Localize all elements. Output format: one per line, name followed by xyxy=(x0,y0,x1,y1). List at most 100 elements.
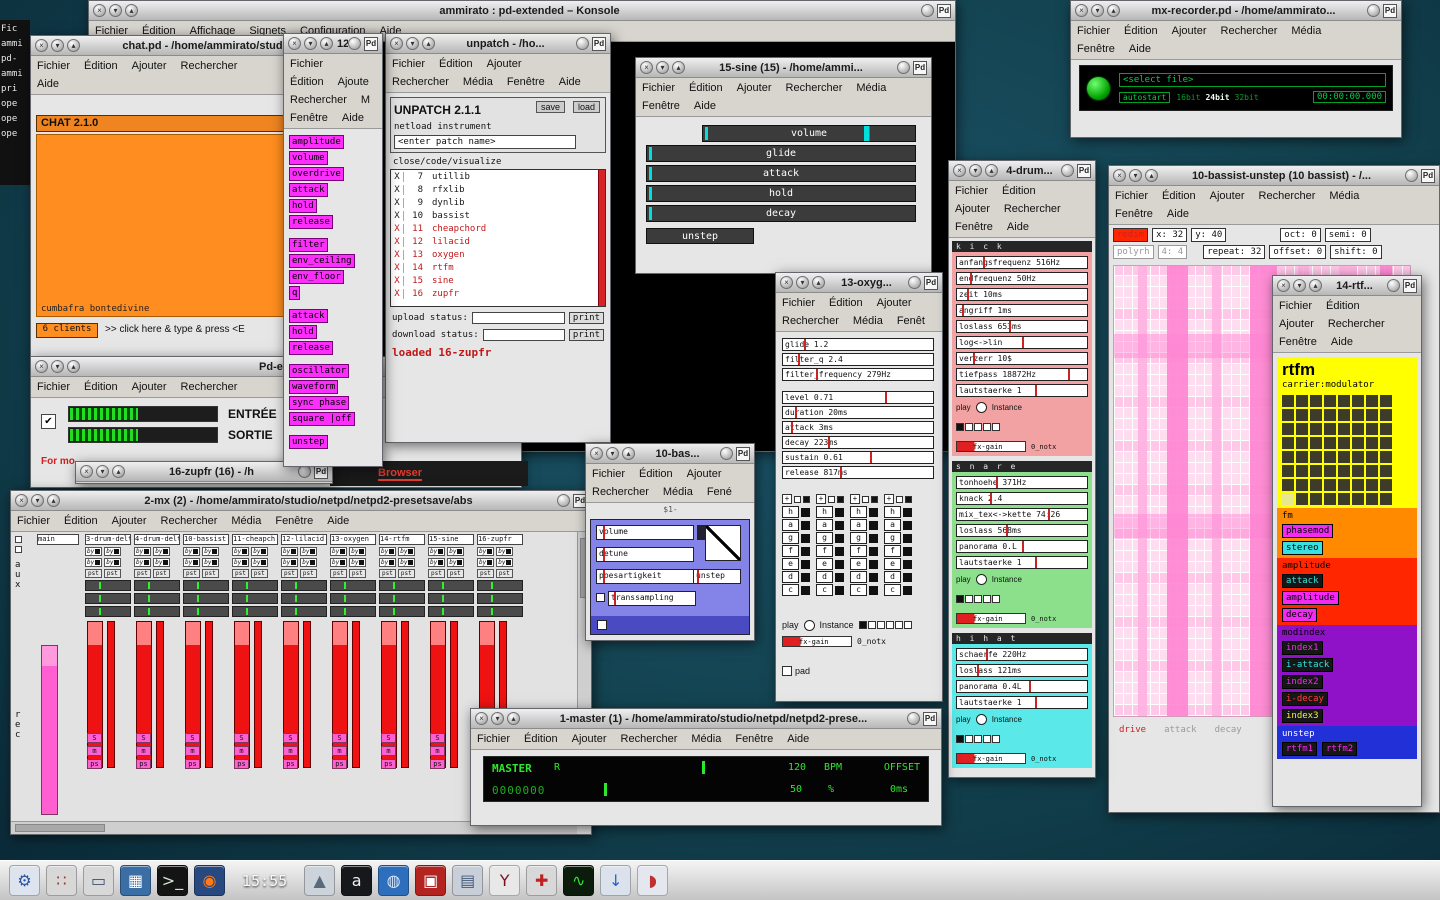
toggle-box[interactable] xyxy=(896,496,903,503)
channel-send-slider[interactable] xyxy=(379,606,425,617)
channel-fader-fine[interactable] xyxy=(352,621,360,768)
bypass-cell[interactable]: by xyxy=(349,558,366,567)
play-toggle[interactable] xyxy=(976,574,987,585)
terminal-icon[interactable]: >_ xyxy=(157,865,188,896)
rtfm-grid-cell[interactable] xyxy=(1380,395,1392,407)
param-slider[interactable]: glide xyxy=(646,145,916,162)
close-icon[interactable]: × xyxy=(1277,279,1290,292)
solo-tag[interactable]: S xyxy=(283,733,298,743)
maximize-icon[interactable] xyxy=(897,61,910,74)
channel-send-slider[interactable] xyxy=(330,593,376,604)
patch-name[interactable]: utillib xyxy=(426,172,470,182)
rtfm-grid-cell[interactable] xyxy=(1366,395,1378,407)
menu-item[interactable]: Rechercher xyxy=(621,733,678,745)
patch-name[interactable]: oxygen xyxy=(426,250,465,260)
menu-item[interactable]: Média xyxy=(856,82,886,94)
menu-item[interactable]: Fichier xyxy=(37,381,70,393)
kcross-icon[interactable]: ✚ xyxy=(526,865,557,896)
close-icon[interactable]: × xyxy=(390,37,403,50)
preset-tag[interactable]: ps xyxy=(185,759,200,769)
note-button[interactable]: d xyxy=(850,571,867,583)
close-toggle[interactable]: X xyxy=(391,185,404,195)
rtfm-grid-cell[interactable] xyxy=(1296,479,1308,491)
menu-item[interactable]: Aide xyxy=(1007,221,1029,233)
shade-icon[interactable]: ▾ xyxy=(1129,169,1142,182)
rtfm-grid-cell[interactable] xyxy=(1324,451,1336,463)
solo-tag[interactable]: S xyxy=(234,733,249,743)
rail-toggle[interactable] xyxy=(15,546,22,553)
menu-item[interactable]: Fichier xyxy=(592,468,625,480)
menu-item[interactable]: Fichier xyxy=(477,733,510,745)
detune-slider[interactable]: detune xyxy=(596,547,694,562)
titlebar[interactable]: ×▾▴10-bassist-unstep (10 bassist) - /...… xyxy=(1109,166,1439,186)
print-button[interactable]: print xyxy=(569,312,604,324)
dynlib[interactable]: X 9 dynlib xyxy=(391,196,605,209)
file-selector[interactable]: <select file> xyxy=(1119,73,1386,87)
param-slider[interactable]: filter_q 2.4 xyxy=(782,353,934,366)
rtfm-grid-cell[interactable] xyxy=(1324,493,1336,505)
main-fader[interactable] xyxy=(41,645,58,815)
bypass-cell[interactable]: by xyxy=(428,558,445,567)
note-toggle[interactable] xyxy=(801,547,810,556)
amarok-icon[interactable]: a xyxy=(341,865,372,896)
channel-send-slider[interactable] xyxy=(477,593,523,604)
preset-cell[interactable]: pst xyxy=(496,569,513,578)
maximize-icon[interactable] xyxy=(1367,4,1380,17)
menu-item[interactable]: Aide xyxy=(37,78,59,90)
minimize-icon[interactable]: ▴ xyxy=(812,276,825,289)
rtfm-grid-cell[interactable] xyxy=(1296,423,1308,435)
rtfm-grid-cell[interactable] xyxy=(1310,409,1322,421)
channel-send-slider[interactable] xyxy=(379,580,425,591)
note-toggle[interactable] xyxy=(869,560,878,569)
channel-name[interactable]: 15-sine xyxy=(428,534,474,545)
bypass-cell[interactable]: by xyxy=(281,558,298,567)
maximize-icon[interactable] xyxy=(921,4,934,17)
preset-cell[interactable]: pst xyxy=(281,569,298,578)
minimize-icon[interactable]: ▴ xyxy=(67,39,80,52)
bypass-cell[interactable]: by xyxy=(183,558,200,567)
note-button[interactable]: d xyxy=(816,571,833,583)
param-box[interactable]: env_floor xyxy=(289,270,344,284)
bypass-cell[interactable]: by xyxy=(134,547,151,556)
param-box[interactable]: env_ceiling xyxy=(289,254,355,268)
shade-icon[interactable]: ▾ xyxy=(31,494,44,507)
bypass-cell[interactable]: by xyxy=(104,547,121,556)
preset-tag[interactable]: ps xyxy=(332,759,347,769)
menu-item[interactable]: Rechercher xyxy=(786,82,843,94)
rtfm-grid-cell[interactable] xyxy=(1310,493,1322,505)
torrent-icon[interactable]: ◗ xyxy=(637,865,668,896)
offset-value[interactable]: 0ms xyxy=(890,784,908,795)
grid-y-field[interactable]: y: 40 xyxy=(1191,228,1226,242)
rtfm-grid-cell[interactable] xyxy=(1310,451,1322,463)
preset-cell[interactable]: pst xyxy=(251,569,268,578)
toggle-box[interactable] xyxy=(871,496,878,503)
param-slider[interactable]: sustain 0.61 xyxy=(782,451,934,464)
patch-name[interactable]: sine xyxy=(426,276,454,286)
bypass-cell[interactable]: by xyxy=(379,558,396,567)
minimize-icon[interactable]: ▴ xyxy=(47,494,60,507)
mute-tag[interactable]: m xyxy=(87,746,102,756)
close-icon[interactable]: × xyxy=(475,712,488,725)
param-box[interactable]: attack xyxy=(1282,574,1323,588)
close-toggle[interactable]: X xyxy=(391,289,404,299)
channel-send-slider[interactable] xyxy=(85,606,131,617)
param-slider[interactable]: mix_tex<->kette 74:26 xyxy=(956,508,1088,521)
param-slider[interactable]: anfangsfrequenz 516Hz xyxy=(956,256,1088,269)
shade-icon[interactable]: ▾ xyxy=(969,164,982,177)
menu-item[interactable]: Ajoute xyxy=(338,76,369,88)
menu-item[interactable]: Fichier xyxy=(290,58,323,70)
note-toggle[interactable] xyxy=(903,521,912,530)
play-toggle[interactable] xyxy=(804,620,815,631)
rtfm-grid-cell[interactable] xyxy=(1310,465,1322,477)
channel-send-slider[interactable] xyxy=(85,593,131,604)
note-toggle[interactable] xyxy=(835,508,844,517)
param-slider[interactable]: lautstaerke 1 xyxy=(956,696,1088,709)
polyrh-label[interactable]: polyrh xyxy=(1113,245,1154,259)
bypass-cell[interactable]: by xyxy=(251,558,268,567)
param-box[interactable]: square |off xyxy=(289,412,355,426)
rtfm-grid-cell[interactable] xyxy=(1282,465,1294,477)
menu-item[interactable]: Fenêtre xyxy=(290,112,328,124)
menu-item[interactable]: Ajouter xyxy=(1172,25,1207,37)
param-slider[interactable]: release 817ms xyxy=(782,466,934,479)
channel-send-slider[interactable] xyxy=(183,593,229,604)
